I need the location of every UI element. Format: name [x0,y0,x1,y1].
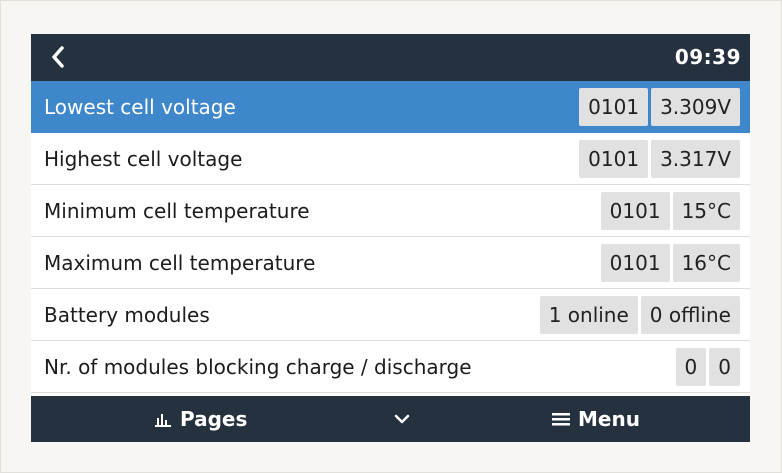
cell-id-value: 0101 [579,88,649,126]
bottom-bar: Pages Menu [31,396,750,442]
chevron-left-icon [52,46,64,68]
row-label: Minimum cell temperature [44,198,310,223]
row-values: 1 online 0 offline [539,296,740,334]
row-values: 0101 3.309V [579,88,740,126]
scroll-down-button[interactable] [387,396,417,442]
top-bar: 09:39 [31,34,750,81]
blocking-discharge-value: 0 [709,348,740,386]
row-label: Lowest cell voltage [44,94,236,119]
cell-id-value: 0101 [600,192,670,230]
pages-label: Pages [180,407,248,431]
row-minimum-cell-temperature[interactable]: Minimum cell temperature 0101 15°C [31,185,750,237]
row-battery-modules[interactable]: Battery modules 1 online 0 offline [31,289,750,341]
back-button[interactable] [45,44,71,70]
blocking-charge-value: 0 [675,348,707,386]
row-values: 0101 16°C [600,244,740,282]
row-values: 0101 15°C [600,192,740,230]
offline-count-value: 0 offline [640,296,740,334]
clock: 09:39 [674,45,741,69]
row-label: Maximum cell temperature [44,250,316,275]
battery-details-list: Lowest cell voltage 0101 3.309V Highest … [31,81,750,393]
row-label: Nr. of modules blocking charge / dischar… [44,354,472,379]
menu-label: Menu [578,407,640,431]
online-count-value: 1 online [539,296,638,334]
menu-button[interactable]: Menu [552,396,640,442]
temperature-value: 15°C [672,192,740,230]
gx-screen: 09:39 Lowest cell voltage 0101 3.309V Hi… [31,34,750,442]
device-frame: 09:39 Lowest cell voltage 0101 3.309V Hi… [0,0,782,473]
row-values: 0 0 [675,348,740,386]
cell-id-value: 0101 [600,244,670,282]
chevron-down-icon [394,414,410,424]
cell-id-value: 0101 [579,140,649,178]
row-maximum-cell-temperature[interactable]: Maximum cell temperature 0101 16°C [31,237,750,289]
row-label: Battery modules [44,302,210,327]
bar-chart-icon [155,414,171,427]
temperature-value: 16°C [672,244,740,282]
hamburger-menu-icon [552,413,570,426]
voltage-value: 3.317V [651,140,740,178]
row-highest-cell-voltage[interactable]: Highest cell voltage 0101 3.317V [31,133,750,185]
pages-button[interactable]: Pages [154,396,247,442]
row-label: Highest cell voltage [44,146,243,171]
voltage-value: 3.309V [651,88,740,126]
row-values: 0101 3.317V [579,140,740,178]
row-modules-blocking[interactable]: Nr. of modules blocking charge / dischar… [31,341,750,393]
row-lowest-cell-voltage[interactable]: Lowest cell voltage 0101 3.309V [31,81,750,133]
